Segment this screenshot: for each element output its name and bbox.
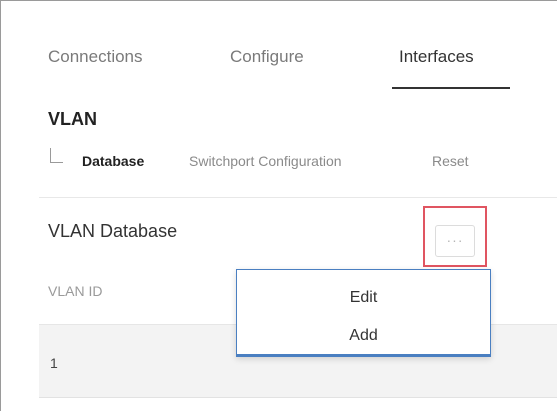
more-options-button[interactable]: ··· [435, 225, 475, 257]
app-frame: Connections Configure Interfaces VLAN Da… [0, 0, 557, 411]
more-options-dropdown: Edit Add [236, 269, 491, 357]
tab-bar: Connections Configure Interfaces [1, 1, 557, 91]
tab-connections[interactable]: Connections [48, 47, 143, 67]
ellipsis-icon: ··· [446, 232, 464, 248]
sub-nav-database[interactable]: Database [82, 153, 144, 169]
tree-branch-icon [50, 148, 63, 163]
sub-nav-reset[interactable]: Reset [432, 153, 469, 169]
menu-item-add[interactable]: Add [237, 318, 490, 354]
vlan-id-cell: 1 [50, 355, 58, 371]
section-divider [39, 197, 557, 198]
active-tab-indicator [392, 87, 510, 89]
section-title: VLAN [48, 109, 97, 129]
tab-interfaces[interactable]: Interfaces [399, 47, 474, 67]
column-header-vlan-id: VLAN ID [48, 283, 103, 299]
panel-title: VLAN Database [48, 221, 178, 241]
table-row-divider [39, 397, 557, 398]
tab-configure[interactable]: Configure [230, 47, 304, 67]
menu-item-edit[interactable]: Edit [237, 280, 490, 316]
sub-nav-switchport-configuration[interactable]: Switchport Configuration [189, 153, 342, 169]
